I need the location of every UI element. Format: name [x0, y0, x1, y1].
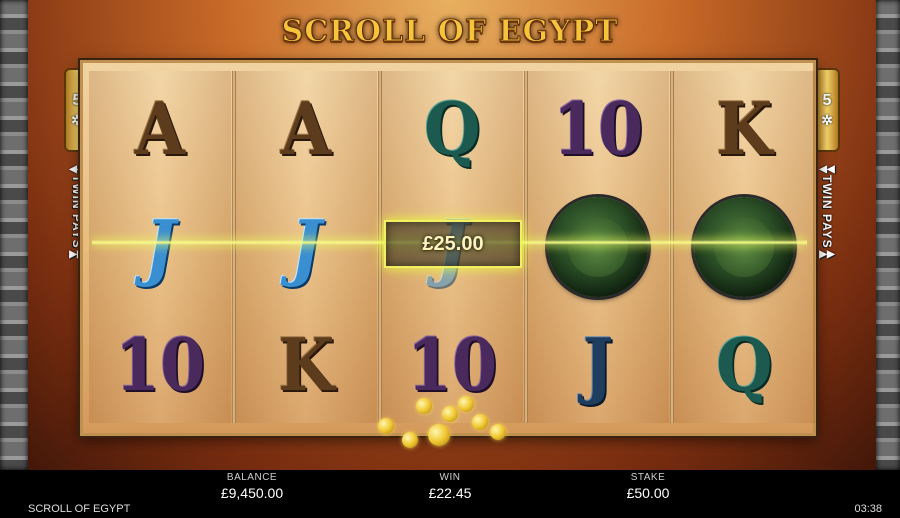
symbol-glyph: A: [134, 86, 186, 171]
stake-value: £50.00: [626, 485, 670, 501]
symbol-glyph: J: [582, 322, 614, 407]
symbol-q: Q: [673, 307, 815, 422]
symbol-glyph: Q: [423, 86, 481, 171]
twin-pays-right: ◀◀ TWIN PAYS ▶▶: [816, 164, 838, 260]
symbol-glyph: Q: [715, 322, 773, 407]
symbol-glyph: K: [277, 322, 335, 407]
symbol-j: J: [235, 189, 377, 304]
balance-value: £9,450.00: [220, 485, 284, 501]
lines-badge-right: 5 ✲: [816, 70, 838, 150]
medallion-inner: [714, 216, 774, 277]
balance-label: BALANCE: [226, 472, 278, 483]
reel-1: A J 10: [89, 71, 231, 423]
win-amount-popup: £25.00: [384, 220, 522, 268]
double-arrow-icon: ◀◀: [819, 164, 835, 175]
symbol-glyph: J: [290, 204, 322, 289]
win-popup-amount: £25.00: [422, 232, 484, 255]
bottom-hud: BALANCE £9,450.00 WIN £22.45 STAKE £50.0…: [0, 470, 900, 518]
stake-display[interactable]: STAKE £50.00: [568, 472, 728, 501]
coin-icon: [472, 414, 488, 430]
right-side-panel: 5 ✲ ◀◀ TWIN PAYS ▶▶: [816, 70, 838, 260]
symbol-10: 10: [527, 71, 669, 186]
left-stone-pillar: [0, 0, 28, 470]
clock: 03:38: [854, 503, 882, 515]
coin-icon: [402, 432, 418, 448]
game-logo: SCROLL OF EGYPT: [281, 14, 619, 50]
reel-2: A J K: [235, 71, 377, 423]
symbol-q: Q: [381, 71, 523, 186]
coin-icon: [458, 396, 474, 412]
game-stage: SCROLL OF EGYPT 5 ✲ ◀◀ TWIN PAYS ▶▶ 5 ✲ …: [0, 0, 900, 470]
win-label: WIN: [439, 472, 461, 483]
reel-4: 10 J: [527, 71, 669, 423]
symbol-glyph: A: [280, 86, 332, 171]
symbol-k: K: [673, 71, 815, 186]
star-icon: ✲: [821, 111, 833, 128]
symbol-j: J: [527, 307, 669, 422]
twin-pays-label: TWIN PAYS: [820, 175, 834, 249]
medallion-inner: [568, 216, 628, 277]
double-arrow-icon: ▶▶: [819, 248, 835, 260]
win-display: WIN £22.45: [370, 472, 530, 501]
scarab-medallion-symbol: [673, 189, 815, 304]
symbol-glyph: K: [715, 86, 773, 171]
reel-5: K Q: [673, 71, 815, 423]
symbol-glyph: J: [144, 204, 176, 289]
right-stone-pillar: [876, 0, 900, 470]
balance-display: BALANCE £9,450.00: [172, 472, 332, 501]
symbol-a: A: [89, 71, 231, 186]
lines-count: 5: [822, 91, 832, 109]
coin-icon: [442, 406, 458, 422]
symbol-glyph: 10: [552, 86, 644, 171]
symbol-j: J: [89, 189, 231, 304]
stake-label: STAKE: [630, 472, 666, 483]
scarab-medallion-symbol: [527, 189, 669, 304]
game-name-footer: SCROLL OF EGYPT: [28, 503, 131, 515]
coin-icon: [490, 424, 506, 440]
symbol-k: K: [235, 307, 377, 422]
coin-icon: [428, 424, 450, 446]
symbol-10: 10: [89, 307, 231, 422]
symbol-a: A: [235, 71, 377, 186]
coin-icon: [416, 398, 432, 414]
scarab-medallion-icon: [694, 196, 794, 297]
coin-shower: [372, 392, 512, 452]
win-value: £22.45: [428, 485, 472, 501]
symbol-glyph: 10: [114, 322, 206, 407]
cobra-medallion-icon: [548, 196, 648, 297]
coin-icon: [378, 418, 394, 434]
